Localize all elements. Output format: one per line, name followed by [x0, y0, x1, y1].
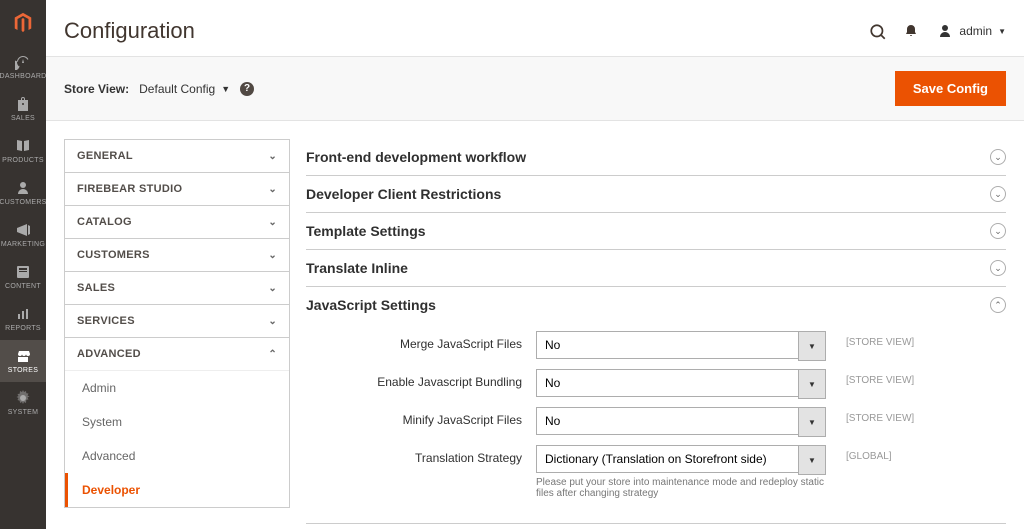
help-icon[interactable]: ? [240, 82, 254, 96]
marketing-icon [15, 222, 31, 238]
system-icon [15, 390, 31, 406]
save-config-button[interactable]: Save Config [895, 71, 1006, 106]
store-view-label: Store View: [64, 82, 129, 96]
store-view-bar: Store View: Default Config ▼ ? Save Conf… [46, 56, 1024, 121]
expand-icon: ⌄ [990, 186, 1006, 202]
user-icon [937, 23, 953, 39]
sales-icon [15, 96, 31, 112]
chevron-down-icon[interactable]: ▼ [221, 84, 230, 94]
sidebar-item-sales[interactable]: SALES [0, 88, 46, 130]
config-item-admin[interactable]: Admin [65, 371, 289, 405]
sidebar-item-stores[interactable]: STORES [0, 340, 46, 382]
config-group-general[interactable]: GENERAL⌄ [65, 140, 289, 172]
customers-icon [15, 180, 31, 196]
sidebar-item-marketing[interactable]: MARKETING [0, 214, 46, 256]
sidebar-item-system[interactable]: SYSTEM [0, 382, 46, 424]
store-view-value[interactable]: Default Config [139, 82, 215, 96]
section-template-settings[interactable]: Template Settings⌄ [306, 213, 1006, 249]
expand-icon: ⌄ [990, 223, 1006, 239]
section-translate-inline[interactable]: Translate Inline⌄ [306, 250, 1006, 286]
chevron-down-icon: ⌄ [268, 217, 277, 228]
select-minify-js[interactable]: No [536, 407, 826, 435]
sidebar-item-products[interactable]: PRODUCTS [0, 130, 46, 172]
config-main: Front-end development workflow⌄ Develope… [306, 139, 1006, 529]
section-javascript-settings[interactable]: JavaScript Settings⌃ [306, 287, 1006, 323]
chevron-down-icon: ⌄ [268, 250, 277, 261]
magento-logo[interactable] [0, 0, 46, 46]
search-icon[interactable] [869, 23, 885, 39]
config-group-services[interactable]: SERVICES⌄ [65, 305, 289, 337]
collapse-icon: ⌃ [990, 297, 1006, 313]
section-frontend-workflow[interactable]: Front-end development workflow⌄ [306, 139, 1006, 175]
field-label-translation-strategy: Translation Strategy [306, 445, 536, 465]
dashboard-icon [15, 54, 31, 70]
chevron-down-icon: ⌄ [268, 316, 277, 327]
section-client-restrictions[interactable]: Developer Client Restrictions⌄ [306, 176, 1006, 212]
config-group-catalog[interactable]: CATALOG⌄ [65, 206, 289, 238]
content-icon [15, 264, 31, 280]
sidebar-item-content[interactable]: CONTENT [0, 256, 46, 298]
admin-sidebar: DASHBOARD SALES PRODUCTS CUSTOMERS MARKE… [0, 0, 46, 529]
config-item-advanced[interactable]: Advanced [65, 439, 289, 473]
scope-label: [STORE VIEW] [826, 331, 946, 348]
chevron-up-icon: ⌃ [268, 349, 277, 360]
page-title: Configuration [64, 18, 869, 44]
notifications-icon[interactable] [903, 23, 919, 39]
sidebar-item-dashboard[interactable]: DASHBOARD [0, 46, 46, 88]
reports-icon [15, 306, 31, 322]
field-label-bundle-js: Enable Javascript Bundling [306, 369, 536, 389]
scope-label: [GLOBAL] [826, 445, 946, 462]
chevron-down-icon: ⌄ [268, 151, 277, 162]
stores-icon [15, 348, 31, 364]
chevron-down-icon: ⌄ [268, 184, 277, 195]
field-label-minify-js: Minify JavaScript Files [306, 407, 536, 427]
config-item-system[interactable]: System [65, 405, 289, 439]
field-note: Please put your store into maintenance m… [536, 477, 826, 499]
page-header: Configuration admin ▼ [46, 0, 1024, 56]
scope-label: [STORE VIEW] [826, 407, 946, 424]
select-translation-strategy[interactable]: Dictionary (Translation on Storefront si… [536, 445, 826, 473]
expand-icon: ⌄ [990, 149, 1006, 165]
config-nav: GENERAL⌄ FIREBEAR STUDIO⌄ CATALOG⌄ CUSTO… [64, 139, 290, 529]
config-group-sales[interactable]: SALES⌄ [65, 272, 289, 304]
section-css-settings[interactable]: CSS Settings⌃ [306, 524, 1006, 529]
admin-user-menu[interactable]: admin ▼ [937, 23, 1006, 39]
main-area: Configuration admin ▼ Store View: Defaul… [46, 0, 1024, 529]
sidebar-item-reports[interactable]: REPORTS [0, 298, 46, 340]
field-label-merge-js: Merge JavaScript Files [306, 331, 536, 351]
select-bundle-js[interactable]: No [536, 369, 826, 397]
expand-icon: ⌄ [990, 260, 1006, 276]
select-merge-js[interactable]: No [536, 331, 826, 359]
chevron-down-icon: ▼ [998, 27, 1006, 36]
products-icon [15, 138, 31, 154]
config-group-customers[interactable]: CUSTOMERS⌄ [65, 239, 289, 271]
config-group-firebear[interactable]: FIREBEAR STUDIO⌄ [65, 173, 289, 205]
sidebar-item-customers[interactable]: CUSTOMERS [0, 172, 46, 214]
config-group-advanced[interactable]: ADVANCED⌃ [65, 338, 289, 370]
chevron-down-icon: ⌄ [268, 283, 277, 294]
config-item-developer[interactable]: Developer [65, 473, 289, 507]
scope-label: [STORE VIEW] [826, 369, 946, 386]
